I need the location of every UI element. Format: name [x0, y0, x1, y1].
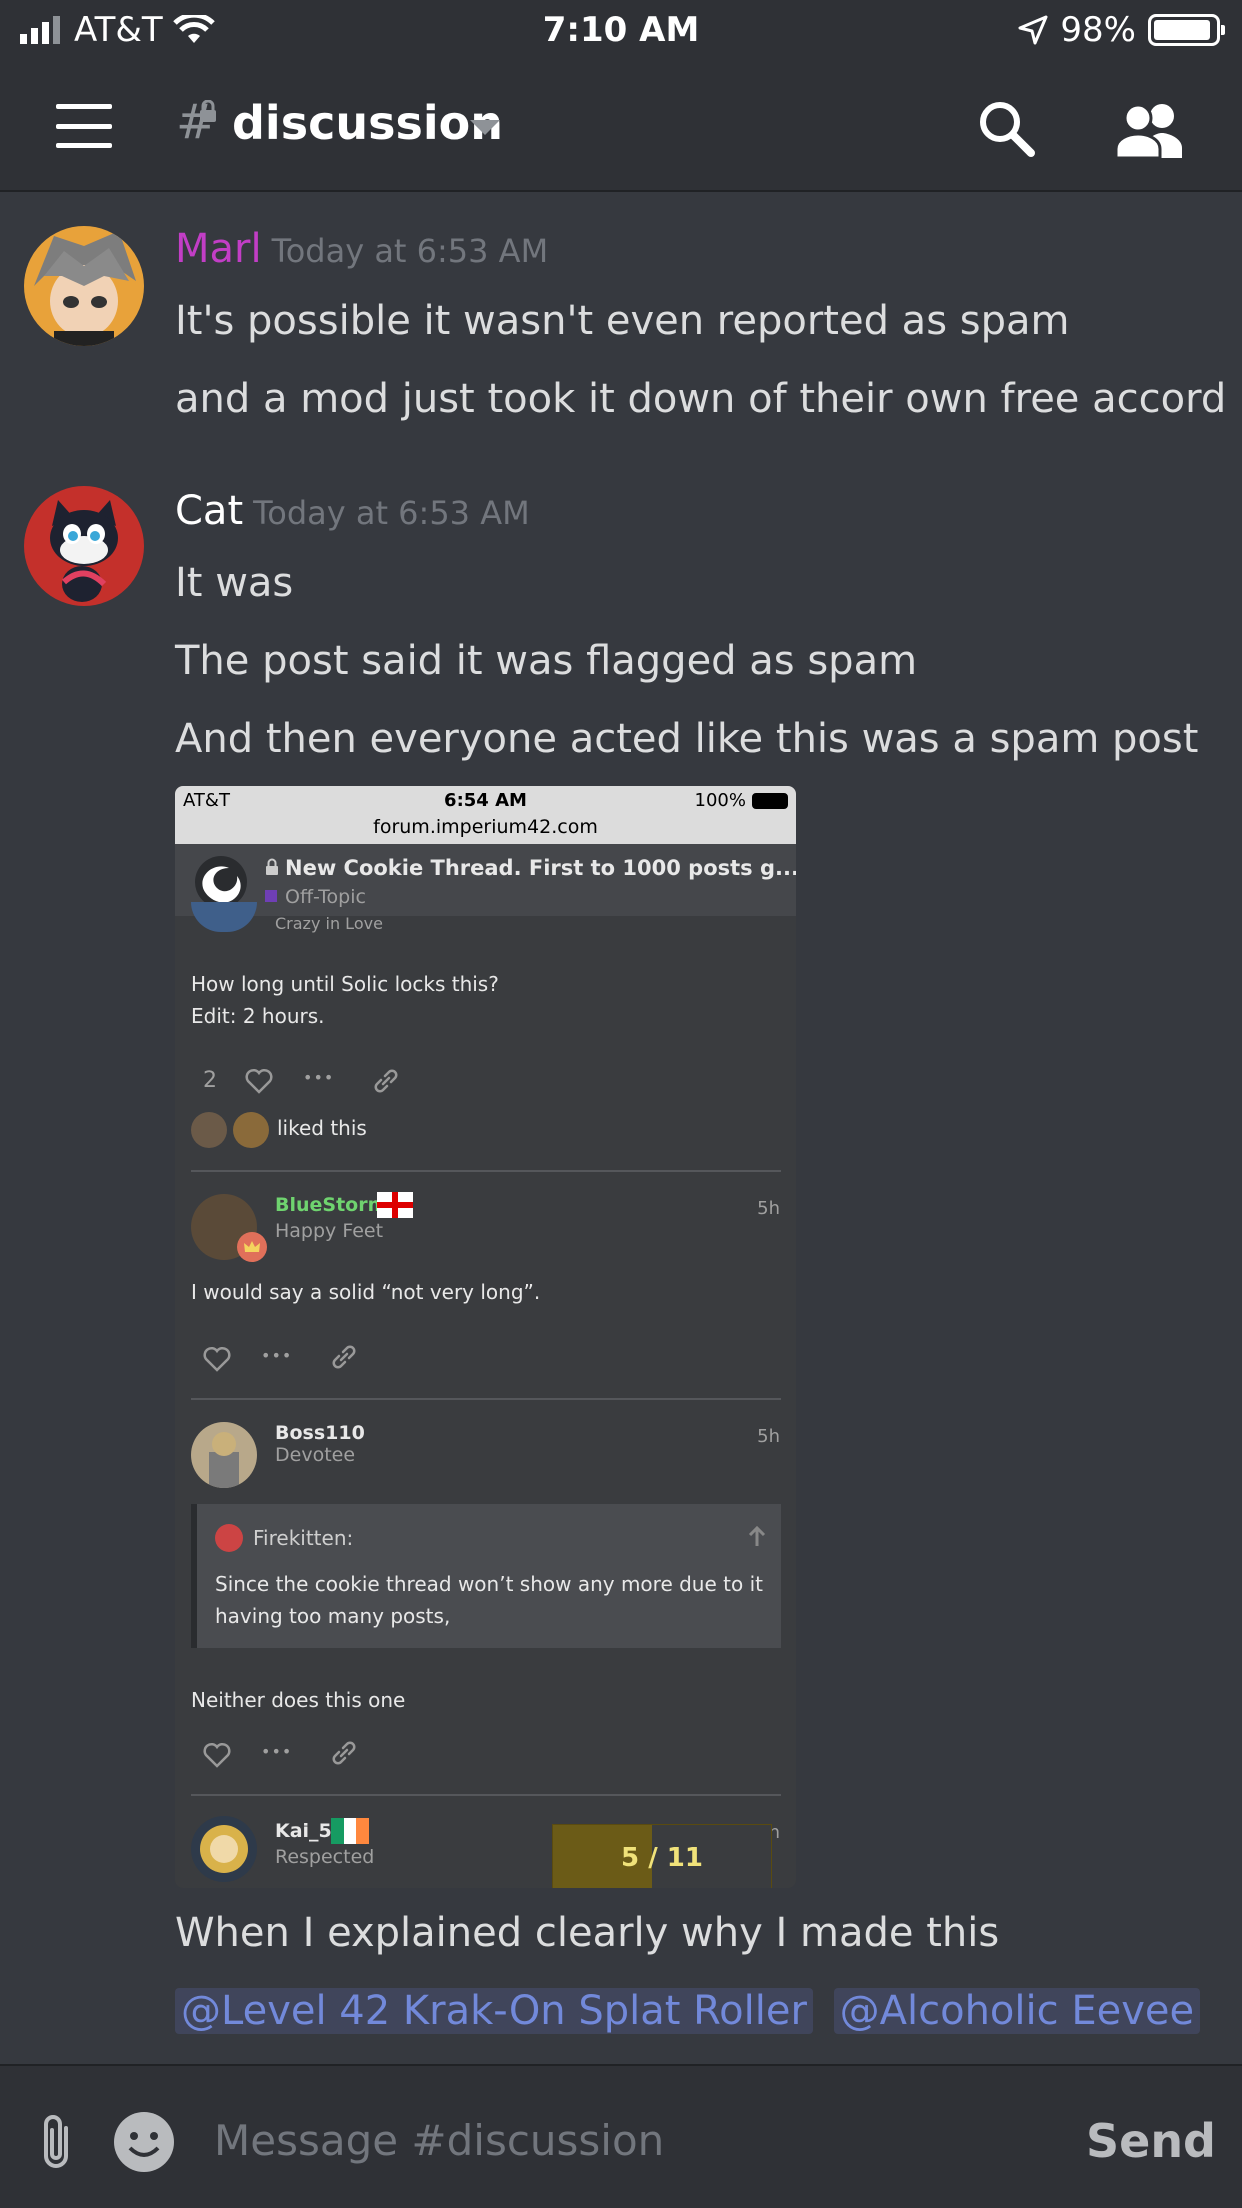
more-icon[interactable]: •••: [261, 1742, 292, 1761]
post-body: Neither does this one: [191, 1688, 406, 1712]
post-user-title: Happy Feet: [275, 1220, 384, 1242]
message-header-cat: Cat Today at 6:53 AM: [175, 488, 530, 534]
heart-icon[interactable]: [245, 1068, 273, 1094]
post-username[interactable]: Boss110: [275, 1422, 365, 1444]
divider: [191, 1170, 781, 1172]
message-line: It's possible it wasn't even reported as…: [175, 298, 1070, 344]
locked-channel-icon: #: [176, 94, 217, 150]
lock-icon: [266, 858, 278, 875]
battery-percent: 98%: [1060, 10, 1136, 50]
members-icon[interactable]: [1116, 102, 1186, 158]
mentions-line: @Level 42 Krak-On Splat Roller @Alcoholi…: [175, 1988, 1201, 2034]
post-user-title: Devotee: [275, 1444, 356, 1466]
more-icon[interactable]: •••: [303, 1068, 334, 1087]
send-button[interactable]: Send: [1086, 2114, 1216, 2168]
heart-icon[interactable]: [203, 1742, 231, 1768]
user-mention[interactable]: @Alcoholic Eevee: [833, 1988, 1201, 2034]
post-progress-pager[interactable]: 5 / 11: [552, 1824, 772, 1888]
username-cat[interactable]: Cat: [175, 488, 243, 534]
message-line: When I explained clearly why I made this: [175, 1910, 1000, 1956]
chevron-down-icon[interactable]: [470, 120, 500, 135]
location-icon: [1018, 15, 1048, 45]
like-count: 2: [203, 1068, 217, 1093]
post-user-title: Respected: [275, 1846, 375, 1868]
post-body: I would say a solid “not very long”.: [191, 1280, 541, 1304]
message-line: It was: [175, 560, 294, 606]
status-right: 98%: [1018, 10, 1225, 50]
avatar: [233, 1112, 269, 1148]
message-composer: Message #discussion Send: [0, 2064, 1242, 2208]
avatar: [215, 1524, 243, 1552]
message-line: The post said it was flagged as spam: [175, 638, 918, 684]
search-icon[interactable]: [976, 98, 1036, 158]
message-header-marl: Marl Today at 6:53 AM: [175, 226, 548, 272]
user-mention[interactable]: @Level 42 Krak-On Splat Roller: [175, 1988, 813, 2034]
embed-url: forum.imperium42.com: [373, 816, 598, 838]
quote-author: Firekitten:: [253, 1526, 354, 1550]
status-bar: AT&T 7:10 AM 98%: [0, 0, 1242, 62]
crown-badge-icon: [237, 1232, 267, 1262]
england-flag-icon: [377, 1192, 413, 1218]
avatar: [191, 902, 257, 932]
post-username[interactable]: BlueStorm: [275, 1194, 387, 1216]
menu-icon[interactable]: [56, 104, 112, 148]
post-body: Edit: 2 hours.: [191, 1004, 325, 1028]
message-line: And then everyone acted like this was a …: [175, 716, 1199, 762]
topic-title[interactable]: New Cookie Thread. First to 1000 posts g…: [285, 856, 796, 880]
channel-name[interactable]: discussion: [232, 96, 503, 150]
emoji-icon[interactable]: [112, 2110, 176, 2174]
post-body: How long until Solic locks this?: [191, 972, 499, 996]
embed-battery-icon: [752, 793, 788, 809]
pager-label: 5 / 11: [621, 1843, 703, 1873]
timestamp: Today at 6:53 AM: [271, 232, 549, 270]
avatar[interactable]: [191, 1816, 257, 1882]
category-badge: [265, 890, 277, 902]
embed-battery: 100%: [694, 790, 746, 811]
battery-icon: [1148, 14, 1225, 46]
liked-text: liked this: [277, 1116, 367, 1140]
quote-text: having too many posts,: [215, 1604, 451, 1628]
post-age: 5h: [757, 1426, 780, 1447]
avatar: [191, 1112, 227, 1148]
arrow-up-icon[interactable]: [747, 1526, 767, 1548]
attached-image[interactable]: AT&T 6:54 AM 100% forum.imperium42.com N…: [175, 786, 796, 1888]
post-user-title: Crazy in Love: [275, 914, 383, 933]
divider: [191, 1398, 781, 1400]
link-icon[interactable]: [371, 1066, 401, 1096]
username-marl[interactable]: Marl: [175, 226, 262, 272]
post-age: 5h: [757, 1198, 780, 1219]
quote-text: Since the cookie thread won’t show any m…: [215, 1572, 763, 1596]
more-icon[interactable]: •••: [261, 1346, 292, 1365]
avatar-cat[interactable]: [24, 486, 144, 606]
embed-status-bar: AT&T 6:54 AM 100% forum.imperium42.com: [175, 786, 796, 844]
forum-topic-bar: New Cookie Thread. First to 1000 posts g…: [175, 844, 796, 916]
link-icon[interactable]: [329, 1342, 359, 1372]
message-line: and a mod just took it down of their own…: [175, 376, 1227, 422]
divider: [191, 1794, 781, 1796]
topic-category[interactable]: Off-Topic: [285, 886, 366, 908]
channel-header: # discussion: [0, 62, 1242, 192]
post-username[interactable]: Kai_5: [275, 1820, 332, 1842]
message-input[interactable]: Message #discussion: [214, 2116, 664, 2165]
link-icon[interactable]: [329, 1738, 359, 1768]
avatar[interactable]: [191, 1422, 257, 1488]
attachment-icon[interactable]: [36, 2112, 76, 2172]
quote-block: Firekitten: Since the cookie thread won’…: [191, 1504, 781, 1648]
avatar-marl[interactable]: [24, 226, 144, 346]
heart-icon[interactable]: [203, 1346, 231, 1372]
ireland-flag-icon: [331, 1818, 369, 1844]
timestamp: Today at 6:53 AM: [253, 494, 530, 532]
